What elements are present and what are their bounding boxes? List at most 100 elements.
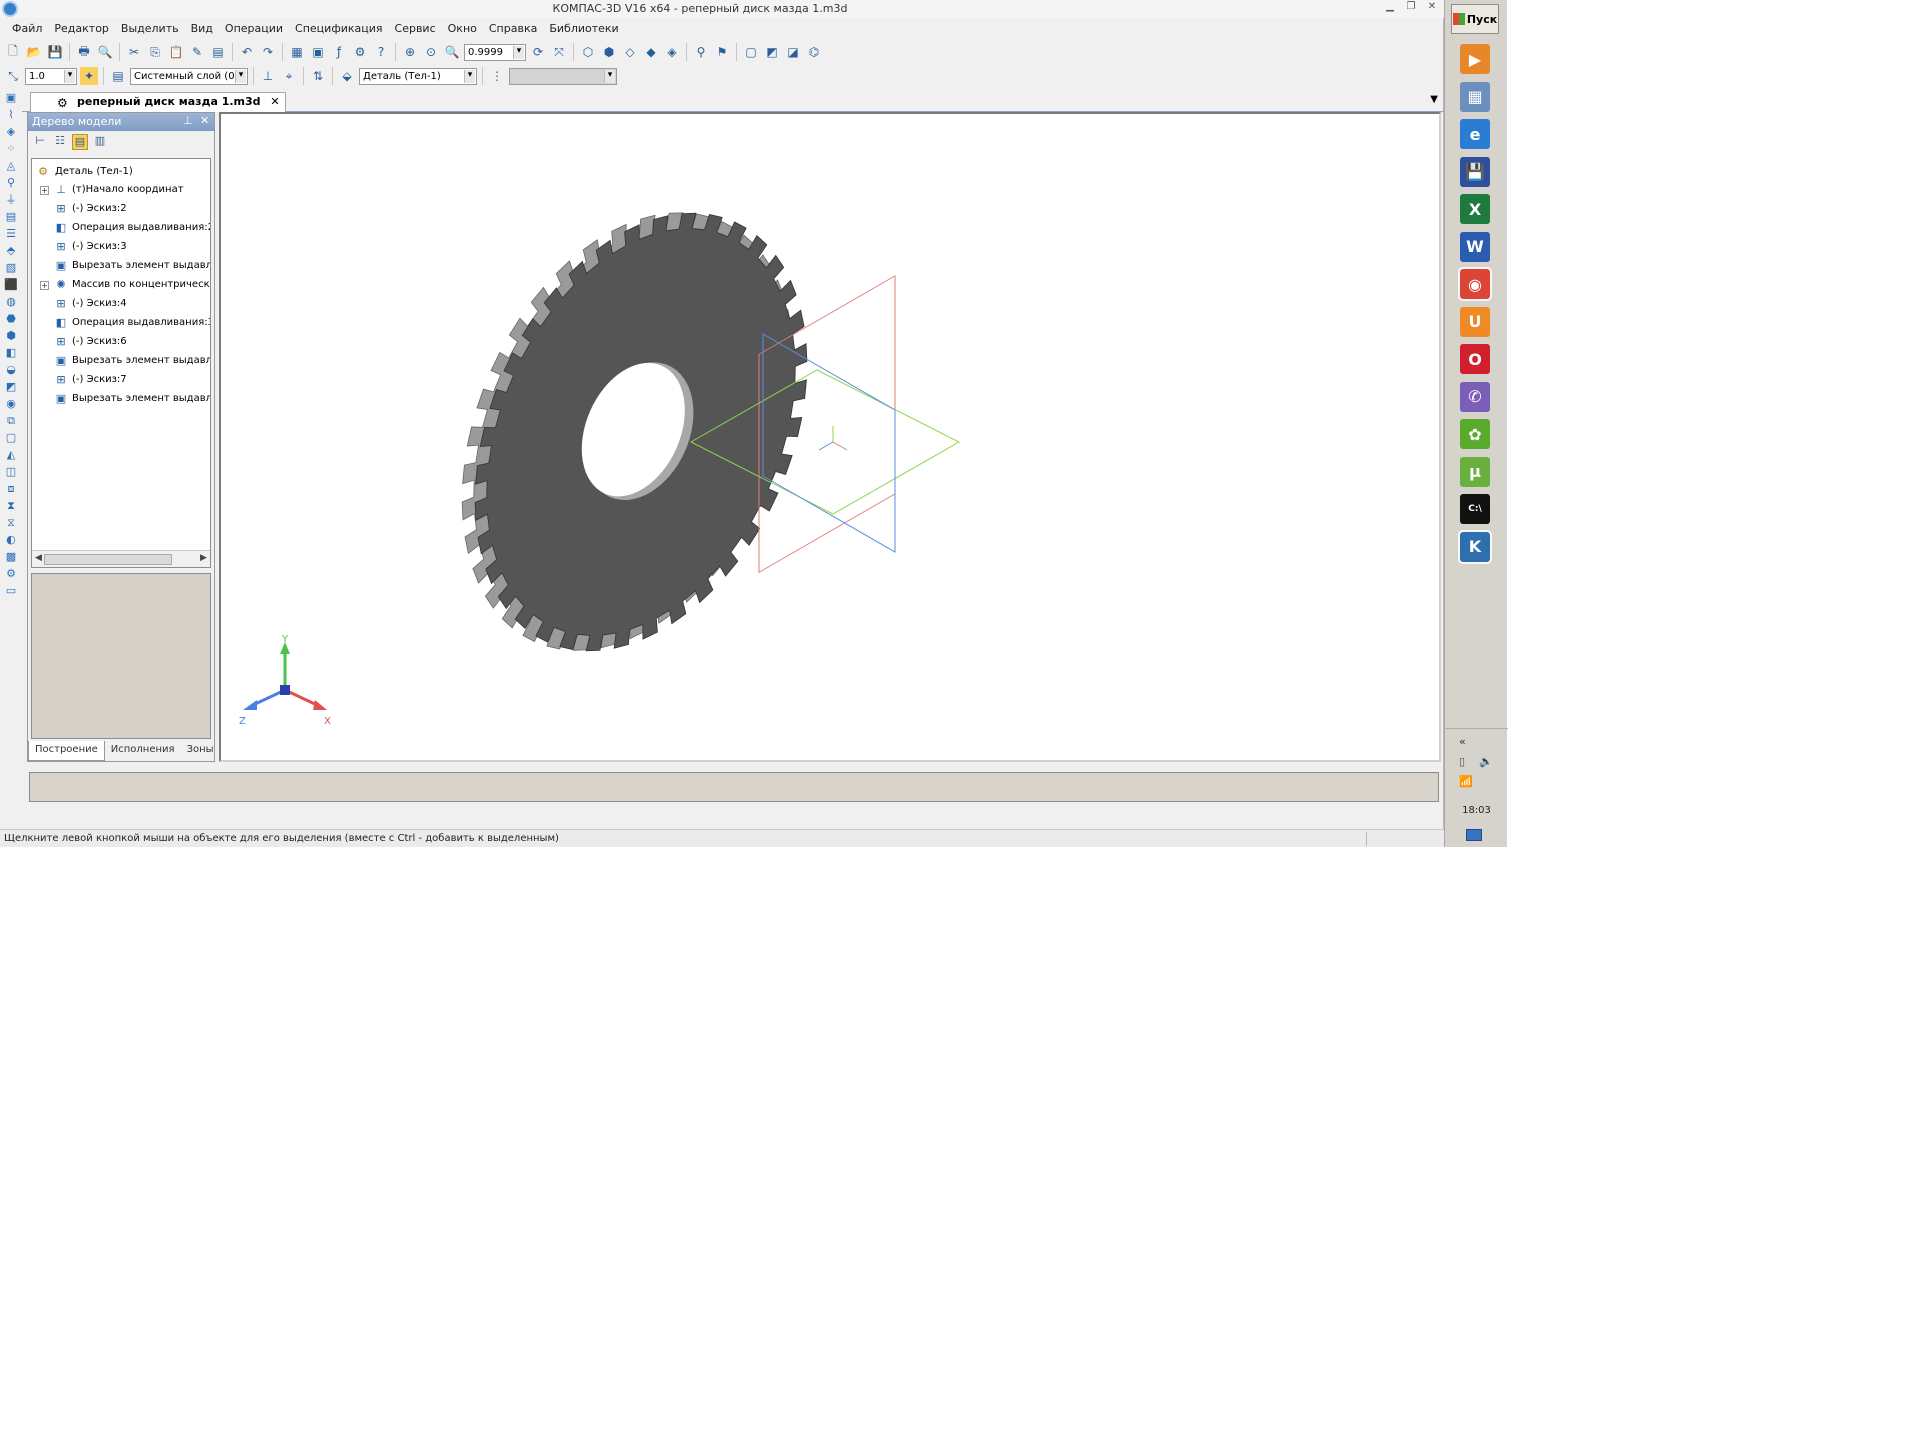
tab-zones[interactable]: Зоны [181, 741, 220, 761]
rotate-icon[interactable]: ⟳ [529, 43, 547, 61]
parameters-icon[interactable]: ⚙ [3, 566, 19, 581]
close-tab-icon[interactable]: ✕ [270, 95, 279, 108]
arrays-icon[interactable]: ⁘ [3, 141, 19, 156]
kinematic-icon[interactable]: ⬣ [3, 311, 19, 326]
model-viewport[interactable]: Y X Z [219, 112, 1441, 762]
new-file-icon[interactable]: 🗋 [4, 43, 22, 61]
hidden-lines-icon[interactable]: ⬢ [600, 43, 618, 61]
menu-window[interactable]: Окно [442, 20, 483, 38]
tab-list-dropdown-icon[interactable]: ▼ [1430, 94, 1438, 105]
menu-select[interactable]: Выделить [115, 20, 185, 38]
tree-structure-icon[interactable]: ☷ [52, 134, 68, 150]
tree-root[interactable]: ⚙ Деталь (Тел-1) [32, 163, 210, 181]
step-combo[interactable]: 1.0 [25, 67, 77, 85]
filter-icon[interactable]: ⚲ [692, 43, 710, 61]
orientation-icon[interactable]: ⤧ [550, 43, 568, 61]
coordinate-system-icon[interactable]: ⊥ [259, 67, 277, 85]
specification-icon[interactable]: ▤ [3, 209, 19, 224]
zoom-in-icon[interactable]: 🔍 [443, 43, 461, 61]
tree-view-icon[interactable]: ⊢ [32, 134, 48, 150]
sheet-body-icon[interactable]: ▧ [3, 260, 19, 275]
zoom-scale-combo[interactable]: 0.9999 [464, 43, 526, 61]
tree-item[interactable]: ⊞ (-) Эскиз:2 [32, 200, 210, 218]
loft-icon[interactable]: ⬢ [3, 328, 19, 343]
pin-icon[interactable]: ⊥ [183, 114, 193, 127]
select-filter-icon[interactable]: ⚑ [713, 43, 731, 61]
reports-icon[interactable]: ☰ [3, 226, 19, 241]
tree-item[interactable]: ⊞ (-) Эскиз:4 [32, 295, 210, 313]
elements-icon[interactable]: ⬘ [3, 243, 19, 258]
layer-combo[interactable]: Системный слой (0) [130, 67, 248, 85]
manager-icon[interactable]: ▦ [288, 43, 306, 61]
scroll-thumb[interactable] [44, 554, 172, 565]
menu-service[interactable]: Сервис [389, 20, 442, 38]
shell-icon[interactable]: ▢ [3, 430, 19, 445]
copy-icon[interactable]: ⎘ [146, 43, 164, 61]
editing-icon[interactable]: ▣ [3, 90, 19, 105]
split-icon[interactable]: ⧈ [3, 481, 19, 496]
chrome-icon[interactable]: ◉ [1458, 267, 1492, 301]
close-panel-icon[interactable]: ✕ [200, 114, 209, 127]
viber-icon[interactable]: ✆ [1460, 381, 1490, 412]
panel-collapse-icon[interactable]: ▭ [3, 583, 19, 598]
tree-item[interactable]: ◧ Операция выдавливания:3 [32, 314, 210, 332]
reorder-icon[interactable]: ⇅ [309, 67, 327, 85]
expand-icon[interactable]: + [40, 186, 49, 195]
format-painter-icon[interactable]: ✎ [188, 43, 206, 61]
library-icon[interactable]: ▣ [309, 43, 327, 61]
command-prompt-icon[interactable]: C:\ [1460, 494, 1490, 524]
save-icon[interactable]: 💾 [46, 43, 64, 61]
zoom-all-icon[interactable]: ⊙ [422, 43, 440, 61]
variables-icon[interactable]: ƒ [330, 43, 348, 61]
print-icon[interactable]: 🖶 [75, 43, 93, 61]
measurement-icon[interactable]: ⚲ [3, 175, 19, 190]
paste-icon[interactable]: 📋 [167, 43, 185, 61]
cube-icon[interactable]: ▢ [742, 43, 760, 61]
local-cs-icon[interactable]: ⌖ [280, 67, 298, 85]
floppy-save-icon[interactable]: 💾 [1460, 156, 1490, 187]
undo-icon[interactable]: ↶ [238, 43, 256, 61]
library-tool-icon[interactable]: ▩ [3, 549, 19, 564]
extrude-tool-icon[interactable]: ⬛ [3, 277, 19, 292]
rotate-tool-icon[interactable]: ◍ [3, 294, 19, 309]
rib-icon[interactable]: ⧉ [3, 413, 19, 428]
menu-view[interactable]: Вид [185, 20, 219, 38]
tab-variants[interactable]: Исполнения [105, 741, 181, 761]
preview-icon[interactable]: 🔍 [96, 43, 114, 61]
tree-item[interactable]: ▣ Вырезать элемент выдавливания [32, 390, 210, 408]
menu-operations[interactable]: Операции [219, 20, 289, 38]
scroll-left-icon[interactable]: ◀ [35, 553, 42, 563]
fillet-icon[interactable]: ◒ [3, 362, 19, 377]
network-icon[interactable]: 📶 [1459, 775, 1473, 788]
chamfer-icon[interactable]: ◩ [3, 379, 19, 394]
zoom-window-icon[interactable]: ⊕ [401, 43, 419, 61]
tree-item[interactable]: ⊞ (-) Эскиз:6 [32, 333, 210, 351]
menu-libraries[interactable]: Библиотеки [543, 20, 624, 38]
bend-icon[interactable]: ◐ [3, 532, 19, 547]
tree-item[interactable]: ▣ Вырезать элемент выдавливания [32, 352, 210, 370]
show-hidden-icons-icon[interactable]: « [1459, 735, 1466, 748]
scroll-right-icon[interactable]: ▶ [200, 553, 207, 563]
wireframe-icon[interactable]: ⬡ [579, 43, 597, 61]
show-desktop-icon[interactable] [1466, 829, 1482, 841]
tab-construction[interactable]: Построение [28, 741, 105, 761]
internet-explorer-icon[interactable]: e [1460, 119, 1490, 149]
kompas-icon[interactable]: K [1458, 529, 1492, 564]
incline-icon[interactable]: ◭ [3, 447, 19, 462]
restore-button[interactable]: ❐ [1402, 1, 1420, 15]
measure-icon[interactable]: ⚙ [351, 43, 369, 61]
tree-item[interactable]: ⊞ (-) Эскиз:3 [32, 238, 210, 256]
body-combo[interactable]: Деталь (Тел-1) [359, 67, 477, 85]
uc-browser-icon[interactable]: U [1460, 306, 1490, 337]
word-icon[interactable]: W [1460, 231, 1490, 262]
minimize-button[interactable]: ▁ [1381, 1, 1399, 15]
snap-icon[interactable]: ✦ [80, 67, 98, 85]
tree-horizontal-scrollbar[interactable]: ◀ ▶ [32, 550, 210, 567]
calculator-icon[interactable]: ▦ [1460, 81, 1490, 112]
tree-item[interactable]: ⊞ (-) Эскиз:7 [32, 371, 210, 389]
icq-icon[interactable]: ✿ [1460, 419, 1490, 449]
model-canvas[interactable]: Y X Z [221, 114, 1439, 760]
tree-item[interactable]: + ✺ Массив по концентрической сетке [32, 276, 210, 294]
tree-item[interactable]: ◧ Операция выдавливания:2 [32, 219, 210, 237]
auxiliary-geometry-icon[interactable]: ◬ [3, 158, 19, 173]
